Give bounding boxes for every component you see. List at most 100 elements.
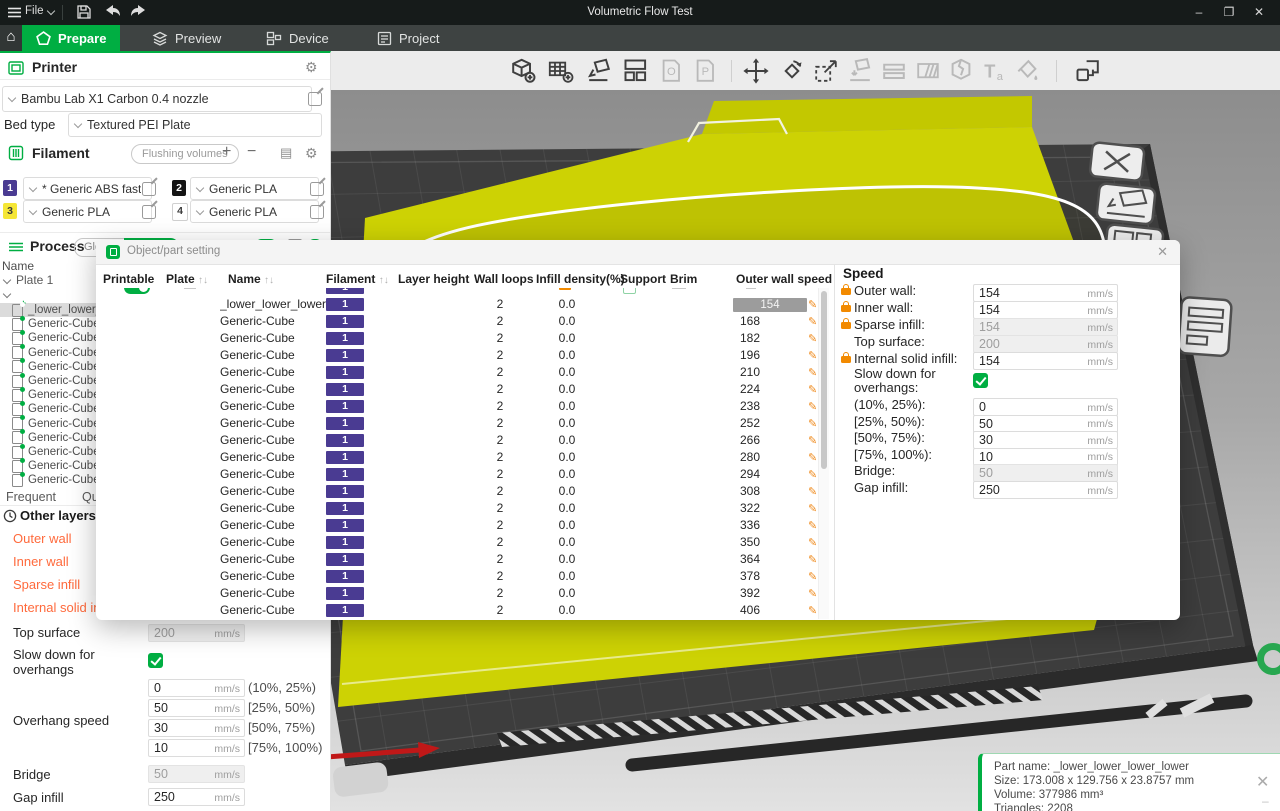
edit-pencil-icon[interactable]: ✎: [808, 366, 817, 379]
cell-wall-loops[interactable]: 2: [486, 382, 514, 396]
table-row[interactable]: Generic-Cube 1 2 0.0 364 ✎: [96, 551, 818, 568]
cell-name[interactable]: Generic-Cube: [220, 586, 415, 600]
cell-wall-loops[interactable]: 2: [486, 399, 514, 413]
gap-infill-field[interactable]: 250 mm/s: [148, 788, 245, 806]
cell-filament-badge[interactable]: 1: [326, 451, 364, 464]
edit-pencil-icon[interactable]: ✎: [808, 417, 817, 430]
scale-icon[interactable]: [812, 57, 840, 85]
cell-infill-density[interactable]: 0.0: [546, 467, 588, 481]
cell-outer-wall-speed[interactable]: 378: [696, 569, 760, 583]
minimize-button[interactable]: –: [1186, 0, 1212, 25]
cell-infill-density[interactable]: 0.0: [546, 314, 588, 328]
cell-outer-wall-speed[interactable]: 364: [696, 552, 760, 566]
tab-prepare[interactable]: Prepare: [22, 25, 121, 51]
edit-pencil-icon[interactable]: ✎: [808, 587, 817, 600]
lock-icon[interactable]: [841, 283, 851, 295]
cell-outer-wall-speed[interactable]: 252: [696, 416, 760, 430]
restore-button[interactable]: ❐: [1216, 0, 1242, 25]
bed-type-select[interactable]: Textured PEI Plate: [68, 113, 322, 137]
cell-outer-wall-speed[interactable]: 406: [696, 603, 760, 617]
cell-wall-loops[interactable]: 2: [486, 450, 514, 464]
speed-value-field[interactable]: 154 mm/s: [973, 352, 1118, 370]
cell-name[interactable]: Generic-Cube: [220, 535, 415, 549]
cell-name[interactable]: Generic-Cube: [220, 416, 415, 430]
modified-param-sparse-infill[interactable]: Sparse infill: [13, 577, 80, 592]
cell-filament-badge[interactable]: 1: [326, 434, 364, 447]
rotate-icon[interactable]: [778, 57, 806, 85]
table-row[interactable]: Generic-Cube 1 2 0.0 266 ✎: [96, 432, 818, 449]
cell-outer-wall-speed[interactable]: 168: [696, 314, 760, 328]
cell-outer-wall-speed[interactable]: 154: [733, 297, 807, 312]
cell-filament-badge[interactable]: 1: [326, 315, 364, 328]
speed-value-field[interactable]: 154 mm/s: [973, 301, 1118, 319]
cell-infill-density[interactable]: 0.0: [546, 450, 588, 464]
cell-wall-loops[interactable]: 2: [486, 552, 514, 566]
edit-pencil-icon[interactable]: ✎: [808, 400, 817, 413]
slow-down-checkbox[interactable]: [973, 373, 988, 388]
tree-plate-item[interactable]: Plate 1: [16, 273, 53, 287]
filament-3-badge[interactable]: 3: [3, 203, 17, 219]
column-header-filament[interactable]: Filament ↑↓: [326, 272, 389, 286]
bridge-field[interactable]: 50 mm/s: [148, 765, 245, 783]
cell-filament-badge[interactable]: 1: [326, 570, 364, 583]
cell-infill-density[interactable]: 0.0: [546, 348, 588, 362]
printer-select[interactable]: Bambu Lab X1 Carbon 0.4 nozzle: [2, 86, 312, 112]
cell-wall-loops[interactable]: 2: [486, 348, 514, 362]
edit-pencil-icon[interactable]: ✎: [808, 553, 817, 566]
cell-wall-loops[interactable]: 2: [486, 501, 514, 515]
sort-icons[interactable]: ↑↓: [198, 275, 208, 286]
edit-pencil-icon[interactable]: ✎: [808, 349, 817, 362]
move-icon[interactable]: [742, 57, 770, 85]
cell-filament-badge[interactable]: 1: [326, 553, 364, 566]
chevron-down-icon[interactable]: [2, 275, 12, 285]
arrange-icon[interactable]: [622, 57, 650, 85]
cell-infill-density[interactable]: 0.0: [546, 603, 588, 617]
filament-1-select[interactable]: * Generic ABS fast: [23, 177, 152, 200]
ams-list-icon[interactable]: ▤: [280, 145, 292, 161]
column-header-brim[interactable]: Brim: [670, 272, 697, 286]
filament-2-badge[interactable]: 2: [172, 180, 186, 196]
cell-filament-badge[interactable]: 1: [326, 519, 364, 532]
cell-filament-badge[interactable]: 1: [326, 536, 364, 549]
cell-name[interactable]: Generic-Cube: [220, 467, 415, 481]
edit-pencil-icon[interactable]: ✎: [808, 604, 817, 617]
cell-outer-wall-speed[interactable]: 210: [696, 365, 760, 379]
cell-filament-badge[interactable]: 1: [326, 485, 364, 498]
dialog-title-bar[interactable]: Object/part setting ✕: [96, 240, 1180, 265]
printer-settings-gear-icon[interactable]: ⚙: [305, 59, 318, 76]
printable-toggle[interactable]: [124, 288, 150, 294]
overhang-speed-field[interactable]: 30 mm/s: [148, 719, 245, 737]
support-checkbox[interactable]: [623, 288, 636, 294]
assembly-view-icon[interactable]: [1074, 57, 1102, 85]
speed-value-field[interactable]: 0 mm/s: [973, 398, 1118, 416]
cell-infill-density[interactable]: 0.0: [546, 399, 588, 413]
cell-outer-wall-speed[interactable]: 182: [696, 331, 760, 345]
cell-filament-badge[interactable]: 1: [326, 383, 364, 396]
speed-value-field[interactable]: 200 mm/s: [973, 335, 1118, 353]
delete-plate-tile[interactable]: [1088, 141, 1146, 182]
edit-pencil-icon[interactable]: ✎: [808, 434, 817, 447]
table-scrollbar[interactable]: [818, 288, 829, 619]
table-row[interactable]: Generic-Cube 1 2 0.0 280 ✎: [96, 449, 818, 466]
speed-value-field[interactable]: 154 mm/s: [973, 318, 1118, 336]
edit-pencil-icon[interactable]: ✎: [808, 315, 817, 328]
cell-filament-badge[interactable]: 1: [326, 468, 364, 481]
edit-pencil-icon[interactable]: ✎: [808, 485, 817, 498]
table-row[interactable]: Generic-Cube 1 2 0.0 294 ✎: [96, 466, 818, 483]
speed-value-field[interactable]: 154 mm/s: [973, 284, 1118, 302]
sort-icons[interactable]: ↑↓: [264, 275, 274, 286]
column-header-name[interactable]: Name ↑↓: [228, 272, 274, 286]
speed-value-field[interactable]: 250 mm/s: [973, 481, 1118, 499]
table-row[interactable]: Generic-Cube 1 2 0.0 406 ✎: [96, 602, 818, 619]
add-plate-icon[interactable]: [547, 57, 575, 85]
table-row[interactable]: Generic-Cube 1 2 0.0 168 ✎: [96, 313, 818, 330]
cell-wall-loops[interactable]: 2: [486, 297, 514, 311]
cell-wall-loops[interactable]: 2: [486, 314, 514, 328]
filament-2-select[interactable]: Generic PLA: [190, 177, 319, 200]
cell-wall-loops[interactable]: 2: [486, 535, 514, 549]
modified-param-inner-wall[interactable]: Inner wall: [13, 554, 69, 569]
speed-value-field[interactable]: 10 mm/s: [973, 447, 1118, 466]
column-header-infill-density-[interactable]: Infill density(%): [536, 272, 625, 286]
tab-preview[interactable]: Preview: [138, 25, 235, 51]
filament-4-edit-icon[interactable]: [310, 205, 324, 219]
